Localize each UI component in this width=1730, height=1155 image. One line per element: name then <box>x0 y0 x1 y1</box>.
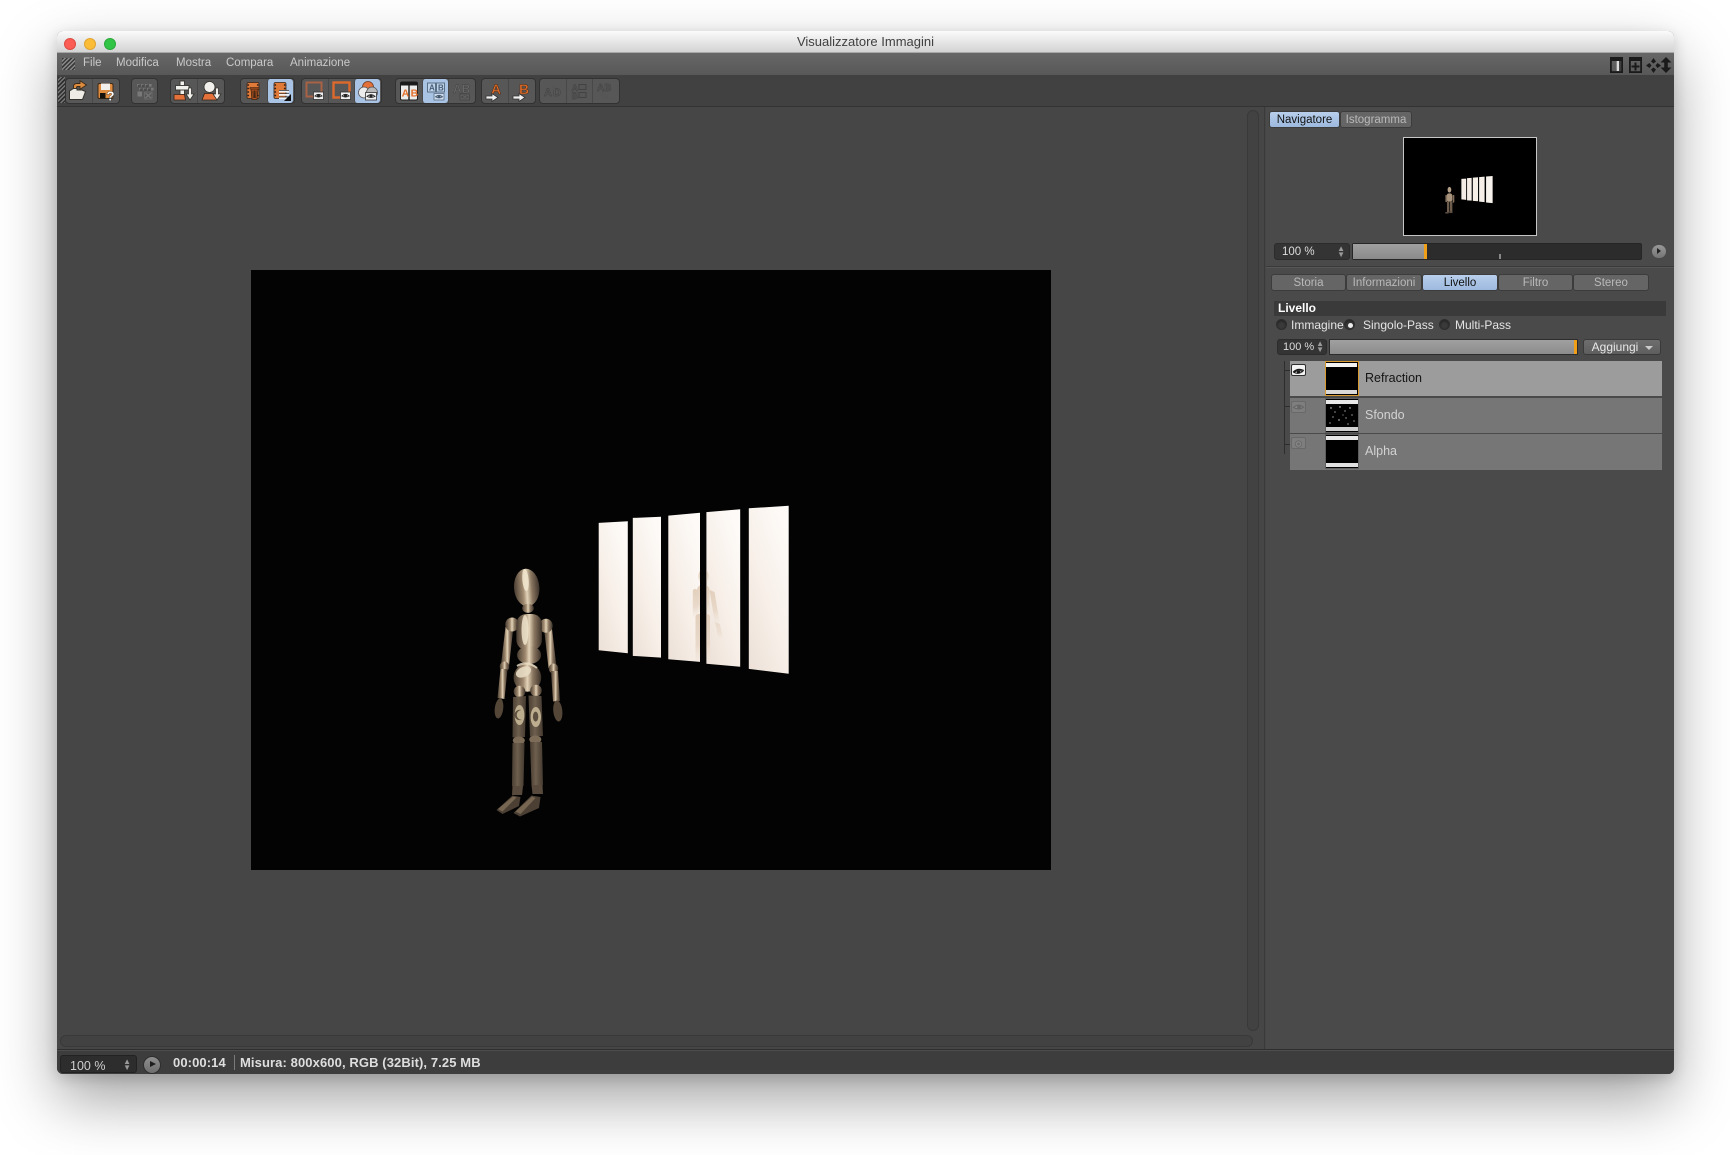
svg-text:B: B <box>438 83 444 92</box>
svg-text:A: A <box>402 87 410 99</box>
svg-text:A: A <box>544 87 552 99</box>
svg-text:B: B <box>411 87 419 99</box>
svg-text:AB: AB <box>597 83 611 94</box>
svg-text:B: B <box>572 91 579 101</box>
svg-text:?: ? <box>107 88 115 102</box>
svg-text:A: A <box>429 83 435 92</box>
